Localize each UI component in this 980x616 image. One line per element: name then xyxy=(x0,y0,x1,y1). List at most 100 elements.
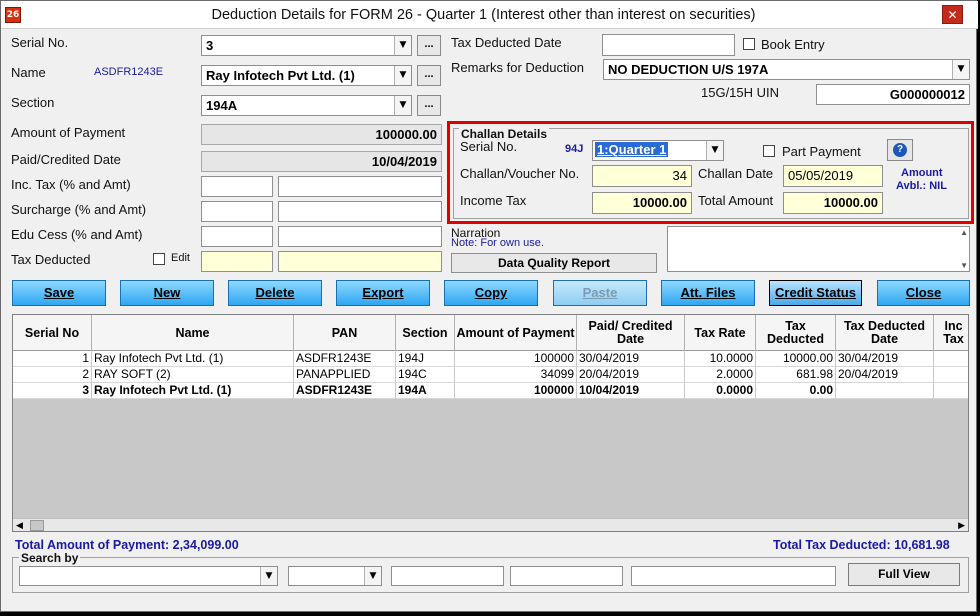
total-payment: Total Amount of Payment: 2,34,099.00 xyxy=(15,538,239,552)
att-files-button[interactable]: Att. Files xyxy=(661,280,755,306)
save-button[interactable]: Save xyxy=(12,280,106,306)
full-view-button[interactable]: Full View xyxy=(848,563,960,586)
table-cell: 1 xyxy=(13,351,92,367)
column-header[interactable]: Paid/ Credited Date xyxy=(577,315,685,351)
chevron-down-icon: ▼ xyxy=(394,66,411,85)
search-text-input[interactable] xyxy=(631,566,836,586)
search-value-1-input[interactable] xyxy=(391,566,504,586)
scroll-left-icon[interactable]: ◀ xyxy=(16,520,23,531)
uin-label: 15G/15H UIN xyxy=(701,85,780,100)
challan-voucher-field[interactable]: 34 xyxy=(592,165,692,187)
narration-textarea[interactable]: ▲ ▼ xyxy=(667,226,970,272)
export-button[interactable]: Export xyxy=(336,280,430,306)
table-cell: 194C xyxy=(396,367,455,383)
paid-date-field[interactable]: 10/04/2019 xyxy=(201,151,442,172)
chevron-down-icon: ▼ xyxy=(706,141,723,160)
scroll-right-icon[interactable]: ▶ xyxy=(958,520,965,531)
table-cell: 30/04/2019 xyxy=(836,351,934,367)
inc-tax-percent-field[interactable] xyxy=(201,176,273,197)
remarks-label: Remarks for Deduction xyxy=(451,60,584,75)
delete-button[interactable]: Delete xyxy=(228,280,322,306)
help-button[interactable]: ? xyxy=(887,139,913,161)
section-value: 194A xyxy=(206,98,238,113)
inc-tax-amount-field[interactable] xyxy=(278,176,442,197)
search-field-select[interactable]: ▼ xyxy=(19,566,278,586)
surcharge-amount-field[interactable] xyxy=(278,201,442,222)
table-cell: 30/04/2019 xyxy=(577,351,685,367)
challan-serial-select[interactable]: 1:Quarter 1 ▼ xyxy=(592,140,724,161)
horizontal-scrollbar[interactable]: ◀ ▶ xyxy=(13,518,968,531)
table-cell: RAY SOFT (2) xyxy=(92,367,294,383)
challan-date-field[interactable]: 05/05/2019 xyxy=(783,165,883,187)
deduction-details-window: 26 Deduction Details for FORM 26 - Quart… xyxy=(0,0,978,612)
remarks-select[interactable]: NO DEDUCTION U/S 197A ▼ xyxy=(603,59,970,80)
table-cell xyxy=(934,367,968,383)
challan-serial-code: 94J xyxy=(565,143,584,155)
copy-button[interactable]: Copy xyxy=(444,280,538,306)
challan-date-label: Challan Date xyxy=(698,166,774,181)
amount-field[interactable]: 100000.00 xyxy=(201,124,442,145)
part-payment-checkbox[interactable] xyxy=(763,145,775,157)
tax-deducted-percent-field[interactable] xyxy=(201,251,273,272)
edit-checkbox[interactable] xyxy=(153,253,165,265)
paste-button[interactable]: Paste xyxy=(553,280,647,306)
new-button[interactable]: New xyxy=(120,280,214,306)
column-header[interactable]: PAN xyxy=(294,315,396,351)
challan-voucher-label: Challan/Voucher No. xyxy=(460,166,580,181)
table-row[interactable]: 1 Ray Infotech Pvt Ltd. (1) ASDFR1243E 194J… xyxy=(13,351,968,367)
edu-cess-amount-field[interactable] xyxy=(278,226,442,247)
table-cell: 0.00 xyxy=(756,383,836,399)
table-row[interactable]: 2 RAY SOFT (2) PANAPPLIED 194C 34099 20/04/20… xyxy=(13,367,968,383)
table-cell: 20/04/2019 xyxy=(577,367,685,383)
column-header[interactable]: Tax Deducted Date xyxy=(836,315,934,351)
table-cell: 10.0000 xyxy=(685,351,756,367)
total-amount-field[interactable]: 10000.00 xyxy=(783,192,883,214)
column-header[interactable]: Inc Tax xyxy=(934,315,968,351)
tax-deducted-date-field[interactable] xyxy=(602,34,735,56)
column-header[interactable]: Amount of Payment xyxy=(455,315,577,351)
uin-field[interactable]: G000000012 xyxy=(816,84,970,105)
help-icon: ? xyxy=(893,143,907,157)
edu-cess-percent-field[interactable] xyxy=(201,226,273,247)
credit-status-button[interactable]: Credit Status xyxy=(769,280,862,306)
close-window-button[interactable]: ✕ xyxy=(942,5,963,24)
search-operator-select[interactable]: ▼ xyxy=(288,566,382,586)
surcharge-label: Surcharge (% and Amt) xyxy=(11,202,147,217)
name-lookup-button[interactable]: ... xyxy=(417,65,441,86)
data-quality-report-button[interactable]: Data Quality Report xyxy=(451,253,657,273)
section-select[interactable]: 194A ▼ xyxy=(201,95,412,116)
book-entry-label: Book Entry xyxy=(761,37,825,52)
close-button[interactable]: Close xyxy=(877,280,970,306)
serial-select[interactable]: 3 ▼ xyxy=(201,35,412,56)
table-cell: 3 xyxy=(13,383,92,399)
deductions-grid[interactable]: Serial No Name PAN Section Amount of Payment… xyxy=(12,314,969,532)
name-pan: ASDFR1243E xyxy=(94,66,164,78)
chevron-down-icon: ▼ xyxy=(952,60,969,79)
column-header[interactable]: Serial No xyxy=(13,315,92,351)
book-entry-checkbox[interactable] xyxy=(743,38,755,50)
table-cell: 20/04/2019 xyxy=(836,367,934,383)
column-header[interactable]: Tax Deducted xyxy=(756,315,836,351)
tax-deducted-amount-field[interactable] xyxy=(278,251,442,272)
grid-header: Serial No Name PAN Section Amount of Payment… xyxy=(13,315,968,351)
table-cell: 0.0000 xyxy=(685,383,756,399)
name-select[interactable]: Ray Infotech Pvt Ltd. (1) ▼ xyxy=(201,65,412,86)
surcharge-percent-field[interactable] xyxy=(201,201,273,222)
income-tax-field[interactable]: 10000.00 xyxy=(592,192,692,214)
table-cell: Ray Infotech Pvt Ltd. (1) xyxy=(92,351,294,367)
title-bar: 26 Deduction Details for FORM 26 - Quart… xyxy=(1,1,978,29)
column-header[interactable]: Section xyxy=(396,315,455,351)
section-lookup-button[interactable]: ... xyxy=(417,95,441,116)
column-header[interactable]: Name xyxy=(92,315,294,351)
table-cell xyxy=(836,383,934,399)
table-row[interactable]: 3 Ray Infotech Pvt Ltd. (1) ASDFR1243E 194A… xyxy=(13,383,968,399)
search-value-2-input[interactable] xyxy=(510,566,623,586)
narration-note: Note: For own use. xyxy=(451,237,544,249)
serial-lookup-button[interactable]: ... xyxy=(417,35,441,56)
name-value: Ray Infotech Pvt Ltd. (1) xyxy=(206,68,355,83)
table-cell: 10000.00 xyxy=(756,351,836,367)
column-header[interactable]: Tax Rate xyxy=(685,315,756,351)
table-cell: ASDFR1243E xyxy=(294,351,396,367)
table-cell: Ray Infotech Pvt Ltd. (1) xyxy=(92,383,294,399)
scroll-thumb[interactable] xyxy=(30,520,44,531)
